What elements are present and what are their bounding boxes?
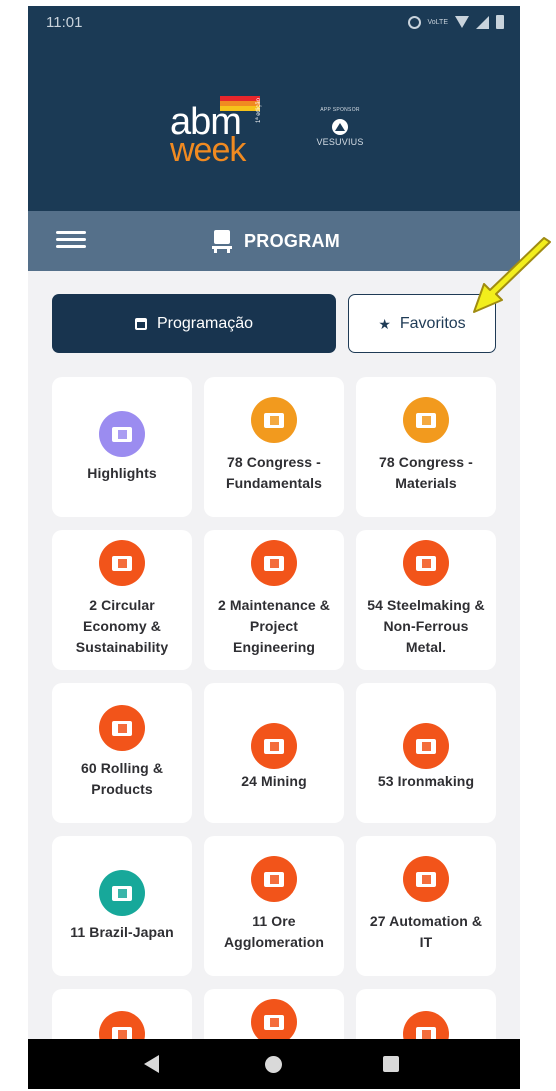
track-card-label: 24 Mining (241, 773, 307, 789)
tab-programacao-label: Programação (156, 314, 254, 332)
track-card-label: Highlights (87, 465, 157, 481)
vesuvius-logo-icon (332, 119, 348, 135)
back-icon[interactable] (144, 1055, 159, 1073)
track-card[interactable]: 11 Ore Agglomeration (204, 836, 344, 976)
star-icon: ★ (378, 315, 391, 332)
book-glyph (416, 871, 436, 887)
book-icon (99, 870, 145, 916)
phone-screen: 11:01 VoLTE abm 1ª edição week APP SPONS… (28, 6, 520, 1089)
book-icon (403, 856, 449, 902)
hamburger-icon (56, 231, 86, 234)
app-header: abm 1ª edição week APP SPONSOR VESUVIUS (28, 39, 520, 211)
annotation-arrow (473, 237, 551, 313)
track-card[interactable]: 11 Brazil-Japan (52, 836, 192, 976)
status-time: 11:01 (46, 14, 83, 31)
track-card[interactable]: 53 Ironmaking (356, 683, 496, 823)
status-bar: 11:01 VoLTE (28, 6, 520, 39)
track-card-label: 11 Brazil-Japan (70, 924, 174, 940)
book-glyph (112, 426, 132, 442)
book-glyph (264, 871, 284, 887)
book-icon (251, 856, 297, 902)
tab-favoritos-label: Favoritos (399, 314, 466, 332)
track-card-label: 54 Steelmaking & Non-Ferrous Metal. (367, 597, 485, 655)
track-card-label: 27 Automation & IT (369, 913, 483, 950)
track-card-label: 2 Maintenance & Project Engineering (218, 597, 330, 655)
app-sponsor: APP SPONSOR VESUVIUS (310, 107, 370, 177)
book-glyph (264, 1014, 284, 1030)
hamburger-menu-button[interactable] (48, 227, 88, 257)
abm-week-logo: abm 1ª edição week (170, 96, 270, 169)
book-icon (251, 723, 297, 769)
volte-label: VoLTE (427, 18, 449, 26)
track-card[interactable]: 78 Congress - Fundamentals (204, 377, 344, 517)
book-glyph (112, 885, 132, 901)
track-card-label: 60 Rolling & Products (80, 760, 164, 797)
signal-icon (476, 15, 489, 29)
track-card-label: 53 Ironmaking (377, 773, 475, 789)
logo-week-text: week (170, 131, 246, 169)
book-glyph (264, 555, 284, 571)
battery-icon (496, 15, 504, 29)
track-card[interactable]: 2 Maintenance & Project Engineering (204, 530, 344, 670)
track-card[interactable]: Highlights (52, 377, 192, 517)
track-card[interactable]: 78 Congress - Materials (356, 377, 496, 517)
track-card[interactable]: 27 Automation & IT (356, 836, 496, 976)
android-nav-bar (28, 1039, 520, 1089)
podium-leg (227, 249, 230, 253)
calendar-icon (134, 317, 147, 330)
track-card-label: 78 Congress - Materials (379, 454, 473, 491)
podium-leg (214, 249, 217, 253)
home-icon[interactable] (265, 1056, 282, 1073)
book-icon (99, 540, 145, 586)
hamburger-line (56, 238, 86, 241)
sponsor-name: VESUVIUS (316, 137, 364, 147)
book-glyph (416, 555, 436, 571)
track-card-label: 11 Ore Agglomeration (223, 913, 325, 950)
podium-icon (212, 230, 232, 253)
tab-programacao[interactable]: Programação (52, 294, 336, 353)
book-glyph (264, 412, 284, 428)
track-card[interactable]: 2 Circular Economy & Sustainability (52, 530, 192, 670)
book-icon (403, 540, 449, 586)
recents-icon[interactable] (383, 1056, 399, 1072)
annotation-arrow-shape (473, 237, 551, 313)
book-glyph (112, 555, 132, 571)
status-icons: VoLTE (407, 15, 504, 29)
book-icon (251, 540, 297, 586)
logo-edition-text: 1ª edição (256, 98, 262, 123)
book-glyph (264, 738, 284, 754)
book-icon (251, 397, 297, 443)
sponsor-label: APP SPONSOR (320, 107, 360, 113)
book-icon (403, 397, 449, 443)
track-card[interactable]: 54 Steelmaking & Non-Ferrous Metal. (356, 530, 496, 670)
book-glyph (416, 738, 436, 754)
book-icon (403, 723, 449, 769)
book-glyph (416, 412, 436, 428)
track-card[interactable]: 24 Mining (204, 683, 344, 823)
book-icon (99, 411, 145, 457)
toolbar-title: PROGRAM (212, 230, 341, 253)
book-icon (99, 705, 145, 751)
hamburger-line (56, 245, 86, 248)
track-card-label: 78 Congress - Fundamentals (225, 454, 323, 491)
podium-top (214, 230, 230, 244)
page-title: PROGRAM (244, 230, 341, 251)
book-glyph (112, 720, 132, 736)
track-card-label: 2 Circular Economy & Sustainability (75, 597, 169, 655)
wifi-icon (455, 16, 469, 28)
track-card[interactable]: 60 Rolling & Products (52, 683, 192, 823)
toolbar: PROGRAM (28, 211, 520, 271)
location-icon (407, 15, 421, 29)
